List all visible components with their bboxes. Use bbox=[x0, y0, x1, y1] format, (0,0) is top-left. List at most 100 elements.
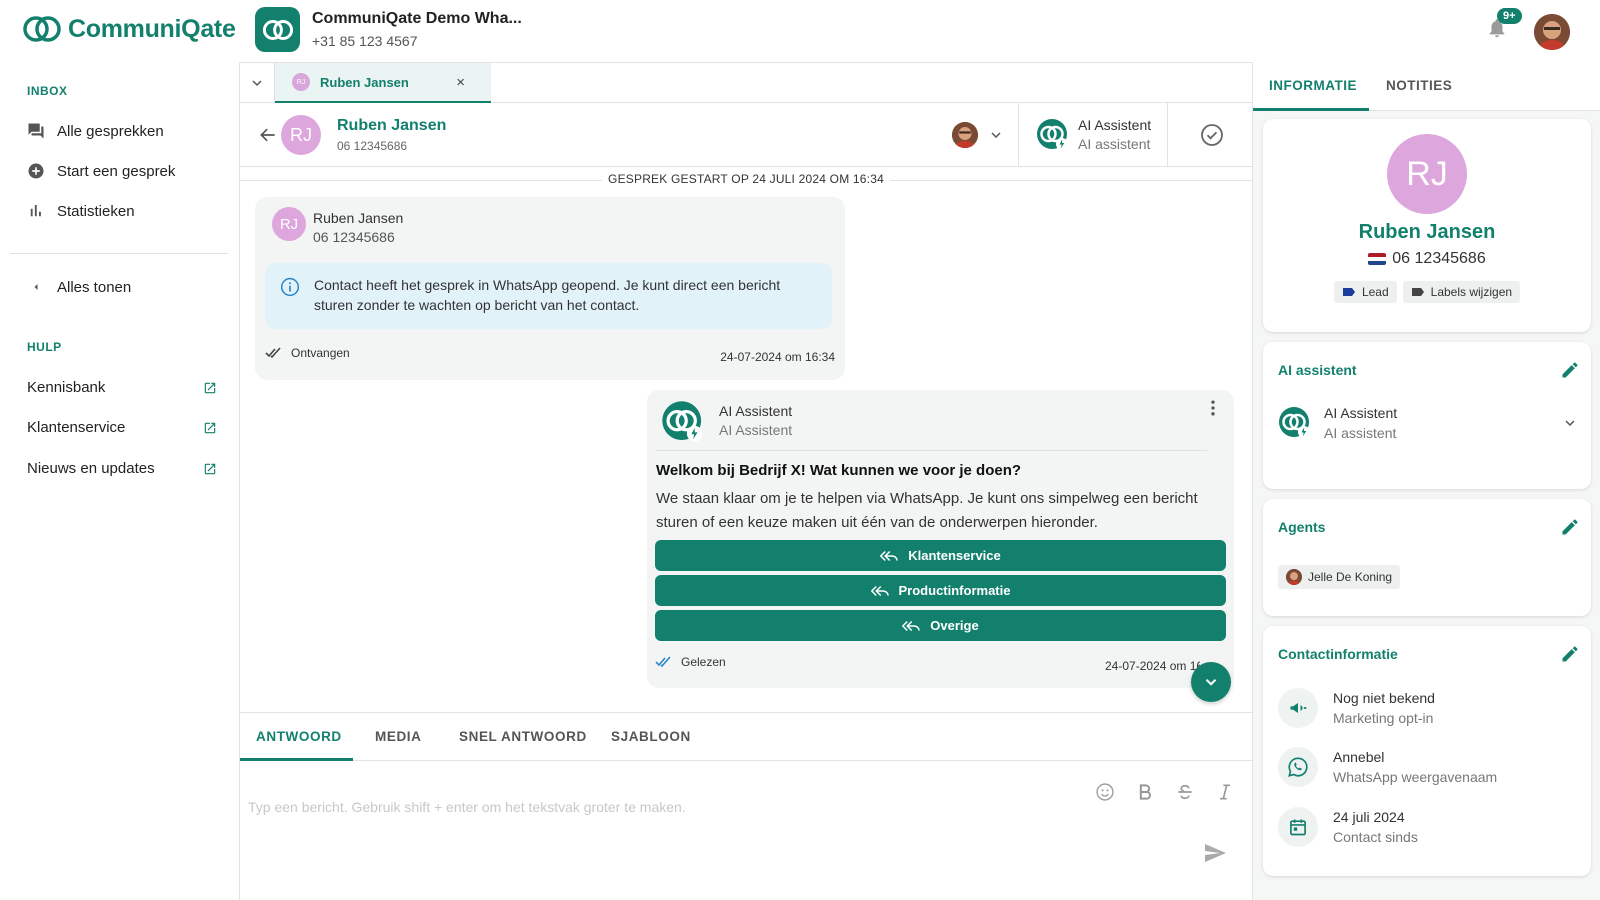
label-icon bbox=[1342, 288, 1355, 296]
agent-chip[interactable]: Jelle De Koning bbox=[1278, 565, 1401, 589]
tab-notes[interactable]: NOTITIES bbox=[1386, 78, 1452, 93]
chevron-down-icon bbox=[252, 80, 262, 87]
ai-assistant-icon bbox=[1037, 118, 1068, 150]
tab-close-icon[interactable]: × bbox=[456, 74, 465, 91]
top-bar: CommuniQate CommuniQate Demo Wha... +31 … bbox=[0, 0, 1600, 62]
reply-all-icon bbox=[870, 585, 889, 596]
strikethrough-icon[interactable] bbox=[1175, 782, 1195, 802]
inbox-heading: INBOX bbox=[27, 84, 68, 98]
ai-assistant-icon bbox=[662, 401, 703, 442]
info-notice-text: Contact heeft het gesprek in WhatsApp ge… bbox=[314, 277, 781, 313]
external-link-icon bbox=[204, 422, 216, 433]
emoji-icon[interactable] bbox=[1095, 782, 1115, 802]
help-item-news[interactable]: Nieuws en updates bbox=[27, 460, 217, 477]
tabs-collapse-button[interactable] bbox=[240, 63, 275, 103]
sidebar-item-statistics[interactable]: Statistieken bbox=[27, 202, 217, 220]
message-status: Gelezen bbox=[655, 655, 726, 669]
brand-name: CommuniQate bbox=[68, 14, 236, 43]
chat-icon bbox=[28, 123, 44, 139]
bold-icon[interactable] bbox=[1135, 782, 1155, 802]
ai-assistant-title: AI Assistent bbox=[1078, 117, 1152, 133]
contact-info-row-contact-since: 24 juli 2024 Contact sinds bbox=[1278, 807, 1418, 847]
agent-name: Jelle De Koning bbox=[1308, 570, 1393, 584]
label-chip-lead[interactable]: Lead bbox=[1333, 281, 1397, 303]
outgoing-message: AI Assistent AI Assistent Welkom bij Bed… bbox=[647, 390, 1234, 688]
card-title: Contactinformatie bbox=[1278, 646, 1398, 662]
show-all-toggle[interactable]: Alles tonen bbox=[27, 278, 217, 296]
communiqate-logo-icon bbox=[23, 16, 61, 42]
italic-icon[interactable] bbox=[1215, 782, 1235, 802]
help-item-label: Nieuws en updates bbox=[27, 460, 155, 477]
megaphone-icon bbox=[1278, 688, 1318, 728]
contact-avatar: RJ bbox=[281, 115, 321, 155]
help-item-knowledge-base[interactable]: Kennisbank bbox=[27, 379, 217, 396]
agents-card: Agents Jelle De Koning bbox=[1263, 499, 1591, 616]
contact-phone: 06 12345686 bbox=[337, 139, 408, 153]
edit-pencil-icon[interactable] bbox=[1560, 360, 1580, 380]
tab-avatar: RJ bbox=[292, 73, 310, 91]
sender-subtitle: AI Assistent bbox=[719, 422, 793, 438]
tab-reply[interactable]: ANTWOORD bbox=[256, 729, 342, 744]
contact-info-value: Annebel bbox=[1333, 749, 1385, 765]
active-tab-indicator bbox=[240, 758, 353, 761]
scroll-to-bottom-button[interactable] bbox=[1191, 662, 1231, 702]
agent-avatar bbox=[1286, 569, 1302, 585]
user-avatar[interactable] bbox=[1534, 14, 1570, 50]
quick-reply-label: Productinformatie bbox=[898, 583, 1011, 598]
message-input[interactable] bbox=[248, 796, 1048, 818]
tab-media[interactable]: MEDIA bbox=[375, 729, 422, 744]
contact-info-row-marketing: Nog niet bekend Marketing opt-in bbox=[1278, 688, 1435, 728]
edit-labels-button[interactable]: Labels wijzigen bbox=[1402, 281, 1521, 303]
profile-phone: 06 12345686 bbox=[1392, 250, 1486, 267]
conversation-tab-ruben-jansen[interactable]: RJ Ruben Jansen × bbox=[275, 63, 491, 103]
ai-assistant-icon bbox=[1279, 407, 1310, 438]
contact-info-label: Marketing opt-in bbox=[1333, 710, 1434, 726]
help-item-customer-service[interactable]: Klantenservice bbox=[27, 419, 217, 436]
quick-reply-klantenservice[interactable]: Klantenservice bbox=[655, 540, 1226, 571]
edit-pencil-icon[interactable] bbox=[1560, 644, 1580, 664]
quick-reply-label: Klantenservice bbox=[908, 548, 1001, 563]
contact-name[interactable]: Ruben Jansen bbox=[337, 117, 446, 135]
account-switcher[interactable]: CommuniQate Demo Wha... +31 85 123 4567 bbox=[255, 7, 522, 52]
agent-avatar bbox=[952, 122, 978, 148]
account-phone: +31 85 123 4567 bbox=[312, 33, 418, 49]
add-circle-icon bbox=[28, 163, 44, 179]
reply-all-icon bbox=[880, 550, 899, 561]
quick-reply-productinformatie[interactable]: Productinformatie bbox=[655, 575, 1226, 606]
profile-avatar: RJ bbox=[1387, 134, 1467, 214]
sidebar-item-label: Start een gesprek bbox=[57, 162, 176, 180]
quick-reply-overige[interactable]: Overige bbox=[655, 610, 1226, 641]
external-link-icon bbox=[204, 463, 216, 474]
ai-assistant-name: AI Assistent bbox=[1324, 405, 1398, 421]
brand-logo[interactable]: CommuniQate bbox=[22, 14, 236, 44]
whatsapp-icon bbox=[1278, 747, 1318, 787]
sender-name: Ruben Jansen bbox=[313, 210, 404, 226]
netherlands-flag-icon bbox=[1368, 253, 1387, 265]
chevron-left-icon bbox=[34, 284, 38, 290]
ai-assistant-subtitle: AI assistent bbox=[1078, 136, 1151, 152]
sidebar: INBOX Alle gesprekken Start een gesprek … bbox=[0, 62, 240, 900]
ai-assistant-select[interactable]: AI Assistent AI assistent bbox=[1278, 405, 1578, 441]
tab-quick-reply[interactable]: SNEL ANTWOORD bbox=[459, 729, 587, 744]
ai-assistant-selector[interactable]: AI Assistent AI assistent bbox=[1018, 103, 1168, 166]
agent-assign-dropdown[interactable] bbox=[952, 122, 1004, 148]
message-divider bbox=[655, 450, 1207, 451]
profile-name: Ruben Jansen bbox=[1358, 221, 1496, 243]
tab-label: Ruben Jansen bbox=[320, 74, 409, 90]
send-icon[interactable] bbox=[1202, 841, 1228, 865]
tab-template[interactable]: SJABLOON bbox=[611, 729, 691, 744]
profile-phone-row: 06 12345686 bbox=[1263, 250, 1591, 268]
card-title: Agents bbox=[1278, 519, 1326, 535]
back-arrow-icon[interactable] bbox=[258, 125, 278, 145]
contact-info-label: WhatsApp weergavenaam bbox=[1333, 769, 1498, 785]
active-tab-indicator bbox=[1253, 108, 1369, 111]
edit-pencil-icon[interactable] bbox=[1560, 517, 1580, 537]
tab-information[interactable]: INFORMATIE bbox=[1269, 78, 1357, 93]
sidebar-item-start-conversation[interactable]: Start een gesprek bbox=[27, 162, 217, 180]
resolve-check-icon[interactable] bbox=[1200, 123, 1224, 147]
double-check-icon bbox=[655, 656, 671, 668]
sidebar-item-all-conversations[interactable]: Alle gesprekken bbox=[27, 122, 217, 140]
more-vertical-icon[interactable] bbox=[1203, 398, 1223, 418]
message-status-label: Ontvangen bbox=[291, 346, 350, 360]
message-body: We staan klaar om je te helpen via Whats… bbox=[656, 490, 1198, 531]
